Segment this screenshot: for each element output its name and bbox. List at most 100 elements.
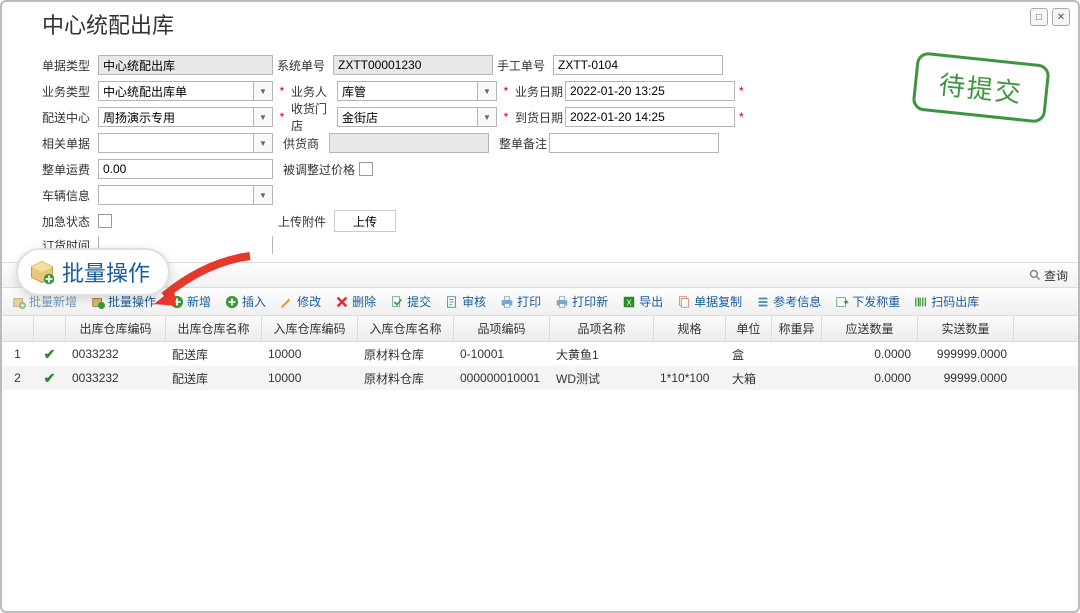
- operator-label: 业务人: [291, 83, 337, 100]
- barcode-icon: [914, 295, 928, 309]
- table-row[interactable]: 1✔0033232配送库10000原材料仓库0-10001大黄鱼1盒0.0000…: [2, 342, 1078, 366]
- adj-price-label: 被调整过价格: [283, 161, 359, 178]
- send-weigh-button[interactable]: 下发称重: [833, 291, 902, 312]
- doc-arrow-icon: [390, 295, 404, 309]
- sys-no-label: 系统单号: [277, 57, 333, 74]
- box-icon: [28, 258, 56, 286]
- scan-out-button[interactable]: 扫码出库: [912, 291, 981, 312]
- biz-date-field[interactable]: [565, 81, 735, 101]
- list-icon: [756, 295, 770, 309]
- col-rownum: [2, 316, 34, 341]
- center-field[interactable]: [98, 107, 253, 127]
- cell-in-name: 原材料仓库: [358, 346, 454, 363]
- minimize-button[interactable]: □: [1030, 8, 1048, 26]
- col-item-name[interactable]: 品项名称: [550, 316, 654, 341]
- urgent-checkbox[interactable]: [98, 214, 112, 228]
- ref-info-button[interactable]: 参考信息: [754, 291, 823, 312]
- cell-rownum: 1: [2, 347, 34, 361]
- rel-doc-field[interactable]: [98, 133, 253, 153]
- recv-store-field[interactable]: [337, 107, 477, 127]
- cell-in-name: 原材料仓库: [358, 370, 454, 387]
- manual-no-field[interactable]: [553, 55, 723, 75]
- required-mark: *: [501, 84, 511, 98]
- whole-remark-field[interactable]: [549, 133, 719, 153]
- cell-unit: 大箱: [726, 370, 772, 387]
- required-mark: *: [277, 84, 287, 98]
- col-plan-qty[interactable]: 应送数量: [822, 316, 918, 341]
- sys-no-field: [333, 55, 493, 75]
- x-icon: [335, 295, 349, 309]
- arrive-date-label: 到货日期: [515, 109, 565, 126]
- delete-button[interactable]: 删除: [333, 291, 378, 312]
- table-row[interactable]: 2✔0033232配送库10000原材料仓库000000010001WD测试1*…: [2, 366, 1078, 390]
- biz-type-label: 业务类型: [42, 83, 98, 100]
- box-gear-icon: [91, 295, 105, 309]
- cell-in-code: 10000: [262, 347, 358, 361]
- recv-store-label: 收货门店: [291, 100, 337, 134]
- required-mark: *: [739, 110, 744, 124]
- col-item-code[interactable]: 品项编码: [454, 316, 550, 341]
- supplier-label: 供货商: [283, 135, 329, 152]
- vehicle-dropdown[interactable]: ▼: [253, 185, 273, 205]
- cell-item-name: 大黄鱼1: [550, 346, 654, 363]
- col-spec[interactable]: 规格: [654, 316, 726, 341]
- urgent-label: 加急状态: [42, 213, 98, 230]
- center-label: 配送中心: [42, 109, 98, 126]
- cell-item-code: 000000010001: [454, 371, 550, 385]
- cell-out-name: 配送库: [166, 346, 262, 363]
- cell-rownum: 2: [2, 371, 34, 385]
- required-mark: *: [501, 110, 511, 124]
- rel-doc-label: 相关单据: [42, 135, 98, 152]
- attach-label: 上传附件: [278, 213, 334, 230]
- freight-label: 整单运费: [42, 161, 98, 178]
- cell-item-code: 0-10001: [454, 347, 550, 361]
- vehicle-label: 车辆信息: [42, 187, 98, 204]
- recv-store-dropdown[interactable]: ▼: [477, 107, 497, 127]
- print-new-button[interactable]: 打印新: [553, 291, 610, 312]
- freight-field[interactable]: [98, 159, 273, 179]
- biz-type-dropdown[interactable]: ▼: [253, 81, 273, 101]
- upload-button[interactable]: 上传: [334, 210, 396, 232]
- print-button[interactable]: 打印: [498, 291, 543, 312]
- svg-text:X: X: [627, 298, 633, 307]
- operator-dropdown[interactable]: ▼: [477, 81, 497, 101]
- submit-button[interactable]: 提交: [388, 291, 433, 312]
- cell-out-code: 0033232: [66, 371, 166, 385]
- col-out-code[interactable]: 出库仓库编码: [66, 316, 166, 341]
- batch-op-callout: 批量操作: [16, 248, 170, 296]
- col-weigh-diff[interactable]: 称重异: [772, 316, 822, 341]
- col-in-code[interactable]: 入库仓库编码: [262, 316, 358, 341]
- manual-no-label: 手工单号: [497, 57, 553, 74]
- biz-date-label: 业务日期: [515, 83, 565, 100]
- cell-in-code: 10000: [262, 371, 358, 385]
- doc-type-field: [98, 55, 273, 75]
- col-in-name[interactable]: 入库仓库名称: [358, 316, 454, 341]
- cell-unit: 盒: [726, 346, 772, 363]
- center-dropdown[interactable]: ▼: [253, 107, 273, 127]
- col-out-name[interactable]: 出库仓库名称: [166, 316, 262, 341]
- rel-doc-dropdown[interactable]: ▼: [253, 133, 273, 153]
- send-icon: [835, 295, 849, 309]
- search-button[interactable]: 查询: [1029, 267, 1068, 284]
- vehicle-field[interactable]: [98, 185, 253, 205]
- col-actual-qty[interactable]: 实送数量: [918, 316, 1014, 341]
- col-status: [34, 316, 66, 341]
- operator-field[interactable]: [337, 81, 477, 101]
- audit-button[interactable]: 审核: [443, 291, 488, 312]
- check-icon: ✔: [44, 370, 56, 387]
- doc-type-label: 单据类型: [42, 57, 98, 74]
- biz-type-field[interactable]: [98, 81, 253, 101]
- arrive-date-field[interactable]: [565, 107, 735, 127]
- edit-button[interactable]: 修改: [278, 291, 323, 312]
- col-unit[interactable]: 单位: [726, 316, 772, 341]
- export-button[interactable]: X 导出: [620, 291, 665, 312]
- cell-status: ✔: [34, 370, 66, 387]
- close-button[interactable]: ✕: [1052, 8, 1070, 26]
- cell-plan-qty: 0.0000: [822, 347, 918, 361]
- callout-text: 批量操作: [62, 256, 150, 288]
- doc-check-icon: [445, 295, 459, 309]
- cell-actual-qty: 999999.0000: [918, 347, 1014, 361]
- adj-price-checkbox[interactable]: [359, 162, 373, 176]
- doc-copy-button[interactable]: 单据复制: [675, 291, 744, 312]
- supplier-field: [329, 133, 489, 153]
